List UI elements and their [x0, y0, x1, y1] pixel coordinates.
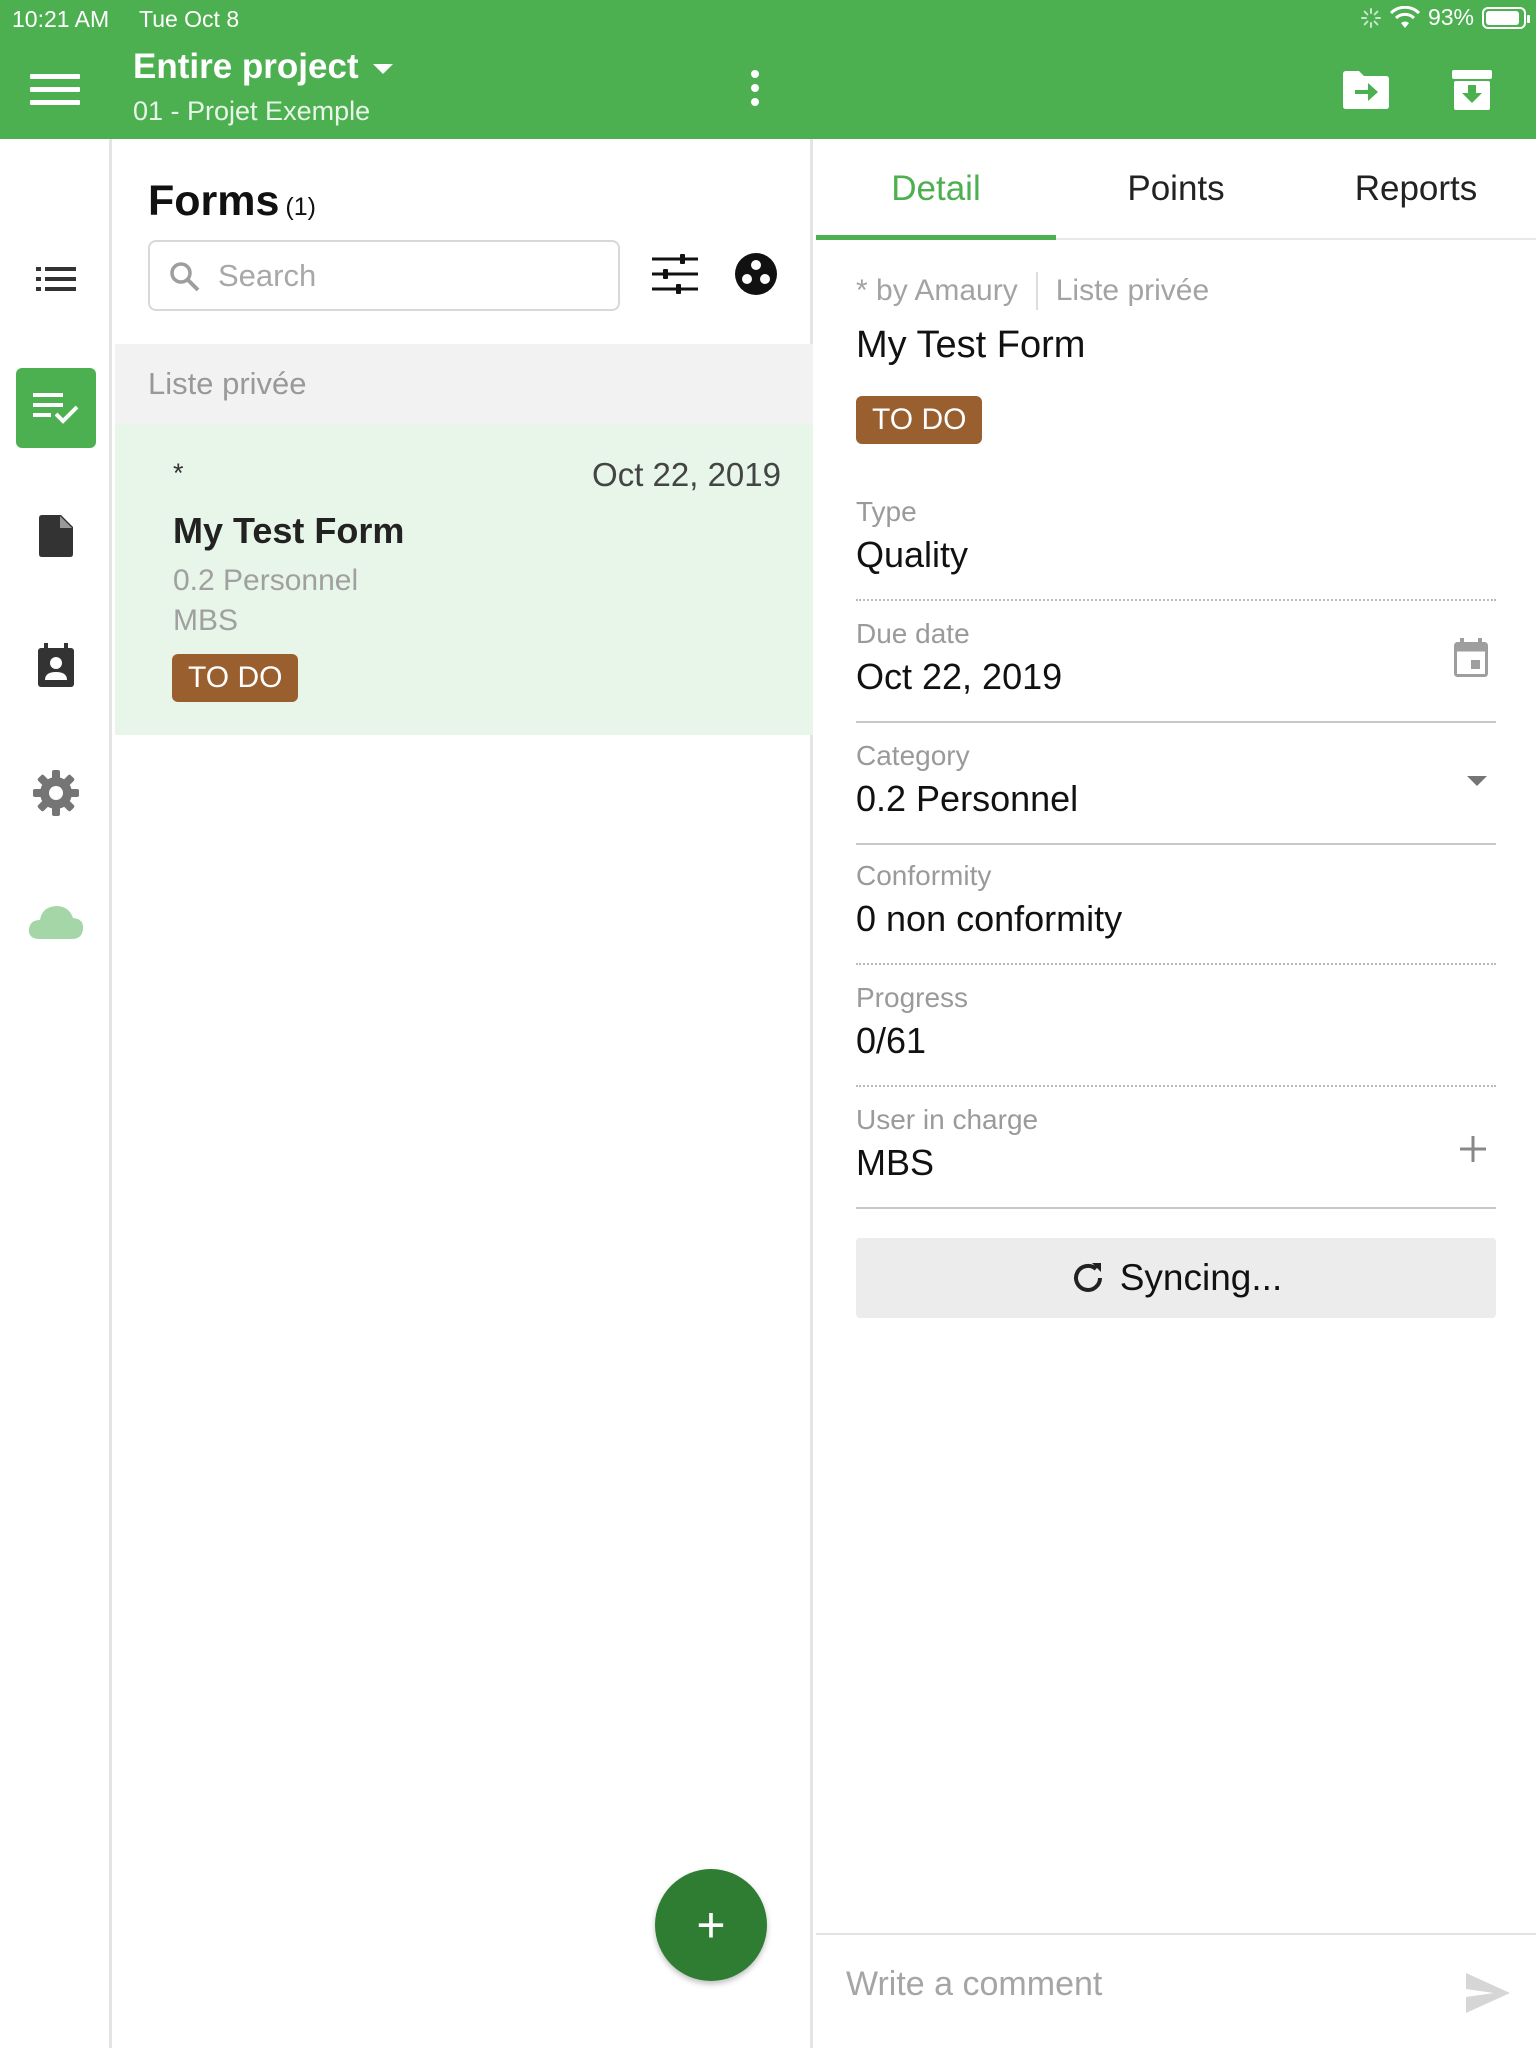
add-form-button[interactable]: + [655, 1869, 767, 1981]
dropdown-arrow-icon[interactable] [1466, 775, 1488, 787]
detail-status-badge[interactable]: TO DO [856, 396, 983, 444]
more-vert-icon[interactable] [748, 70, 762, 112]
folder-export-icon[interactable] [1341, 68, 1391, 112]
filter-sliders-icon[interactable] [652, 253, 698, 295]
form-category: 0.2 Personnel [173, 564, 359, 597]
conformity-value: 0 non conformity [856, 898, 1123, 939]
project-subtitle: 01 - Projet Exemple [133, 96, 371, 126]
battery-percent: 93% [1427, 4, 1474, 30]
add-user-icon[interactable] [1458, 1134, 1488, 1164]
conformity-label: Conformity [856, 860, 992, 891]
form-list-item[interactable]: * Oct 22, 2019 My Test Form 0.2 Personne… [115, 424, 813, 735]
rail-item-sync[interactable] [16, 881, 96, 961]
progress-field[interactable]: Progress 0/61 [856, 982, 1496, 1087]
meta-divider [1035, 272, 1038, 310]
progress-label: Progress [856, 982, 969, 1013]
wifi-icon [1389, 5, 1420, 28]
detail-tabs: Detail Points Reports [816, 139, 1536, 240]
type-value: Quality [856, 534, 969, 575]
type-field[interactable]: Type Quality [856, 496, 1496, 601]
settings-gear-icon [33, 770, 79, 816]
forms-count: (1) [285, 193, 316, 221]
status-badge: TO DO [172, 654, 299, 702]
progress-value: 0/61 [856, 1020, 927, 1061]
panel-title: Forms (1) [148, 177, 316, 226]
form-star: * [173, 458, 184, 488]
field-underline [856, 599, 1496, 601]
field-underline [856, 963, 1496, 965]
plus-icon: + [696, 1897, 726, 1953]
side-rail [0, 139, 112, 2048]
type-label: Type [856, 496, 917, 527]
form-user: MBS [173, 604, 239, 637]
forms-title: Forms [148, 177, 280, 225]
comment-input[interactable] [846, 1965, 1406, 2004]
archive-download-icon[interactable] [1449, 68, 1495, 112]
rail-item-documents[interactable] [16, 496, 96, 576]
rail-item-settings[interactable] [16, 753, 96, 833]
status-indicators: 93% [1360, 4, 1530, 31]
due-date-value: Oct 22, 2019 [856, 656, 1063, 697]
status-time: 10:21 AM [12, 6, 110, 32]
tab-points[interactable]: Points [1056, 139, 1296, 238]
due-date-label: Due date [856, 618, 970, 649]
chevron-down-icon [372, 64, 393, 74]
refresh-icon [1073, 1263, 1102, 1292]
form-title: My Test Form [173, 510, 405, 551]
cloud-icon [28, 906, 84, 939]
rail-item-list[interactable] [16, 239, 96, 319]
category-field[interactable]: Category 0.2 Personnel [856, 740, 1496, 845]
document-icon [39, 515, 73, 557]
project-selector[interactable]: Entire project [133, 47, 393, 87]
activity-spinner-icon [1360, 7, 1381, 28]
contact-calendar-icon [38, 643, 74, 687]
category-label: Category [856, 740, 970, 771]
app-bar: 10:21 AM Tue Oct 8 93% Entire project 01… [0, 0, 1536, 139]
user-in-charge-field[interactable]: User in charge MBS [856, 1104, 1496, 1209]
send-icon[interactable] [1464, 1971, 1512, 2015]
sync-label: Syncing... [1119, 1257, 1283, 1298]
battery-icon [1482, 6, 1530, 29]
list-icon [36, 267, 76, 291]
meta-author: * by Amaury [856, 274, 1018, 307]
field-underline [856, 1207, 1496, 1209]
category-value: 0.2 Personnel [856, 778, 1079, 819]
status-date: Tue Oct 8 [139, 6, 240, 32]
field-underline [856, 1085, 1496, 1087]
menu-icon[interactable] [30, 74, 80, 108]
detail-title: My Test Form [856, 324, 1086, 366]
form-meta: * by Amaury Liste privée [856, 272, 1209, 310]
user-value: MBS [856, 1142, 935, 1183]
form-date: Oct 22, 2019 [592, 456, 781, 493]
search-icon [170, 261, 200, 291]
due-date-field[interactable]: Due date Oct 22, 2019 [856, 618, 1496, 723]
meta-list: Liste privée [1055, 274, 1210, 307]
field-underline [856, 843, 1496, 845]
comment-bar [816, 1933, 1536, 2048]
tab-detail[interactable]: Detail [816, 139, 1056, 240]
group-by-icon[interactable] [734, 252, 778, 296]
rail-item-forms[interactable] [16, 368, 96, 448]
tab-reports[interactable]: Reports [1296, 139, 1536, 238]
user-label: User in charge [856, 1104, 1039, 1135]
rail-item-contacts[interactable] [16, 625, 96, 705]
search-input[interactable] [218, 257, 598, 294]
calendar-icon[interactable] [1454, 638, 1488, 678]
checklist-icon [33, 393, 79, 424]
detail-panel: Detail Points Reports * by Amaury Liste … [816, 139, 1536, 2048]
forms-list-panel: Forms(1) Liste privée * Oct 22, 2019 My … [115, 139, 813, 2048]
search-field[interactable] [148, 240, 620, 311]
conformity-field[interactable]: Conformity 0 non conformity [856, 860, 1496, 965]
sync-button[interactable]: Syncing... [856, 1238, 1496, 1318]
field-underline [856, 721, 1496, 723]
section-header: Liste privée [115, 344, 813, 424]
project-title: Entire project [133, 47, 359, 86]
